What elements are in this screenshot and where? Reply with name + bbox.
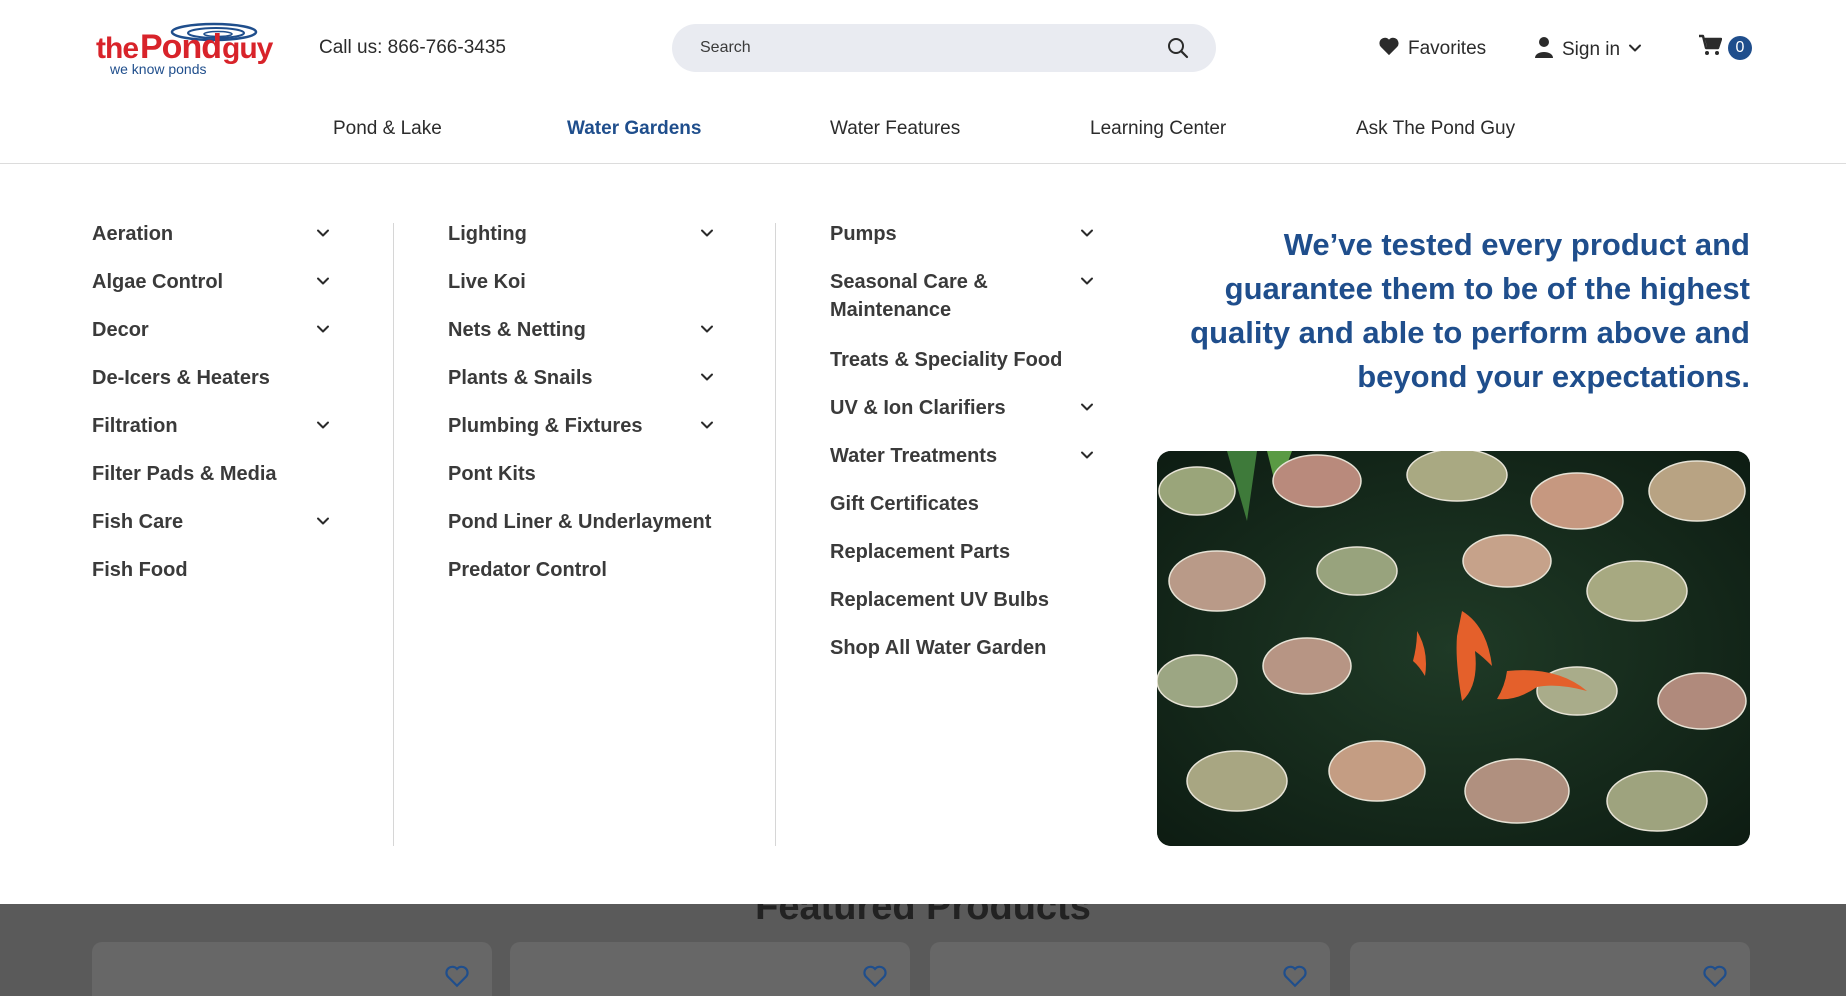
promo-tagline: We’ve tested every product and guarantee… xyxy=(1190,227,1750,394)
chevron-down-icon[interactable] xyxy=(316,418,330,432)
menu-item-live-koi[interactable]: Live Koi xyxy=(448,268,714,296)
menu-item-lighting[interactable]: Lighting xyxy=(448,220,714,248)
search-bar xyxy=(672,24,1216,72)
heart-icon xyxy=(1378,36,1400,62)
menu-item-filter-pads-media[interactable]: Filter Pads & Media xyxy=(92,460,330,488)
chevron-down-icon[interactable] xyxy=(316,322,330,336)
product-card[interactable] xyxy=(510,942,910,996)
chevron-down-icon[interactable] xyxy=(316,514,330,528)
search-icon[interactable] xyxy=(1166,36,1190,60)
product-card[interactable] xyxy=(930,942,1330,996)
nav-water-gardens[interactable]: Water Gardens xyxy=(567,118,701,140)
featured-products-title: Featured Products xyxy=(755,904,1091,928)
chevron-down-icon[interactable] xyxy=(700,370,714,384)
cart-count-badge: 0 xyxy=(1728,35,1752,60)
column-divider xyxy=(393,223,394,846)
menu-item-pond-liner-underlayment[interactable]: Pond Liner & Underlayment xyxy=(448,508,738,536)
menu-item-de-icers-heaters[interactable]: De-Icers & Heaters xyxy=(92,364,330,392)
menu-item-pumps[interactable]: Pumps xyxy=(830,220,1094,248)
menu-item-predator-control[interactable]: Predator Control xyxy=(448,556,714,584)
menu-item-pont-kits[interactable]: Pont Kits xyxy=(448,460,714,488)
sign-in-label: Sign in xyxy=(1562,39,1621,60)
chevron-down-icon[interactable] xyxy=(700,322,714,336)
chevron-down-icon[interactable] xyxy=(700,418,714,432)
chevron-down-icon[interactable] xyxy=(1080,226,1094,240)
menu-item-shop-all-water-garden[interactable]: Shop All Water Garden xyxy=(830,634,1094,662)
menu-item-uv-ion-clarifiers[interactable]: UV & Ion Clarifiers xyxy=(830,394,1094,422)
search-input[interactable] xyxy=(700,24,1140,72)
chevron-down-icon[interactable] xyxy=(1080,400,1094,414)
site-logo[interactable]: the Pond guy we know ponds xyxy=(94,18,294,82)
menu-item-fish-care[interactable]: Fish Care xyxy=(92,508,330,536)
nav-pond-lake[interactable]: Pond & Lake xyxy=(333,118,442,140)
heart-outline-icon[interactable] xyxy=(1702,964,1728,988)
user-icon xyxy=(1534,36,1554,64)
site-header: the Pond guy we know ponds Call us: 866-… xyxy=(0,0,1846,164)
menu-item-replacement-uv-bulbs[interactable]: Replacement UV Bulbs xyxy=(830,586,1094,614)
menu-item-algae-control[interactable]: Algae Control xyxy=(92,268,330,296)
favorites-label: Favorites xyxy=(1408,38,1487,59)
heart-outline-icon[interactable] xyxy=(1282,964,1308,988)
column-divider xyxy=(775,223,776,846)
menu-item-gift-certificates[interactable]: Gift Certificates xyxy=(830,490,1094,518)
menu-item-filtration[interactable]: Filtration xyxy=(92,412,330,440)
product-card[interactable] xyxy=(92,942,492,996)
svg-text:we know ponds: we know ponds xyxy=(109,61,207,77)
cart-button[interactable]: 0 xyxy=(1698,34,1752,61)
product-card[interactable] xyxy=(1350,942,1750,996)
page-content-overlay: Featured Products xyxy=(0,904,1846,996)
nav-ask-the-pond-guy[interactable]: Ask The Pond Guy xyxy=(1356,118,1515,140)
chevron-down-icon[interactable] xyxy=(316,274,330,288)
menu-item-treats-speciality-food[interactable]: Treats & Speciality Food xyxy=(830,346,1094,374)
water-gardens-mega-menu: Aeration Algae Control Decor De-Icers & … xyxy=(0,165,1846,904)
phone-number[interactable]: Call us: 866-766-3435 xyxy=(319,37,506,59)
menu-item-aeration[interactable]: Aeration xyxy=(92,220,330,248)
heart-outline-icon[interactable] xyxy=(862,964,888,988)
menu-item-replacement-parts[interactable]: Replacement Parts xyxy=(830,538,1094,566)
menu-item-nets-netting[interactable]: Nets & Netting xyxy=(448,316,714,344)
menu-item-plumbing-fixtures[interactable]: Plumbing & Fixtures xyxy=(448,412,714,440)
chevron-down-icon[interactable] xyxy=(700,226,714,240)
chevron-down-icon xyxy=(1628,39,1642,61)
chevron-down-icon[interactable] xyxy=(1080,274,1094,288)
menu-item-fish-food[interactable]: Fish Food xyxy=(92,556,330,584)
svg-text:guy: guy xyxy=(222,32,274,65)
menu-item-water-treatments[interactable]: Water Treatments xyxy=(830,442,1094,470)
favorites-link[interactable]: Favorites xyxy=(1378,36,1486,62)
menu-item-plants-snails[interactable]: Plants & Snails xyxy=(448,364,714,392)
pond-hero-image[interactable] xyxy=(1157,451,1750,846)
nav-learning-center[interactable]: Learning Center xyxy=(1090,118,1226,140)
menu-item-seasonal-care-maintenance[interactable]: Seasonal Care & Maintenance xyxy=(830,268,1094,324)
cart-icon xyxy=(1698,34,1723,61)
chevron-down-icon[interactable] xyxy=(316,226,330,240)
sign-in-menu[interactable]: Sign in xyxy=(1534,36,1642,64)
nav-water-features[interactable]: Water Features xyxy=(830,118,960,140)
heart-outline-icon[interactable] xyxy=(444,964,470,988)
main-nav: Pond & Lake Water Gardens Water Features… xyxy=(0,118,1846,148)
menu-item-decor[interactable]: Decor xyxy=(92,316,330,344)
chevron-down-icon[interactable] xyxy=(1080,448,1094,462)
